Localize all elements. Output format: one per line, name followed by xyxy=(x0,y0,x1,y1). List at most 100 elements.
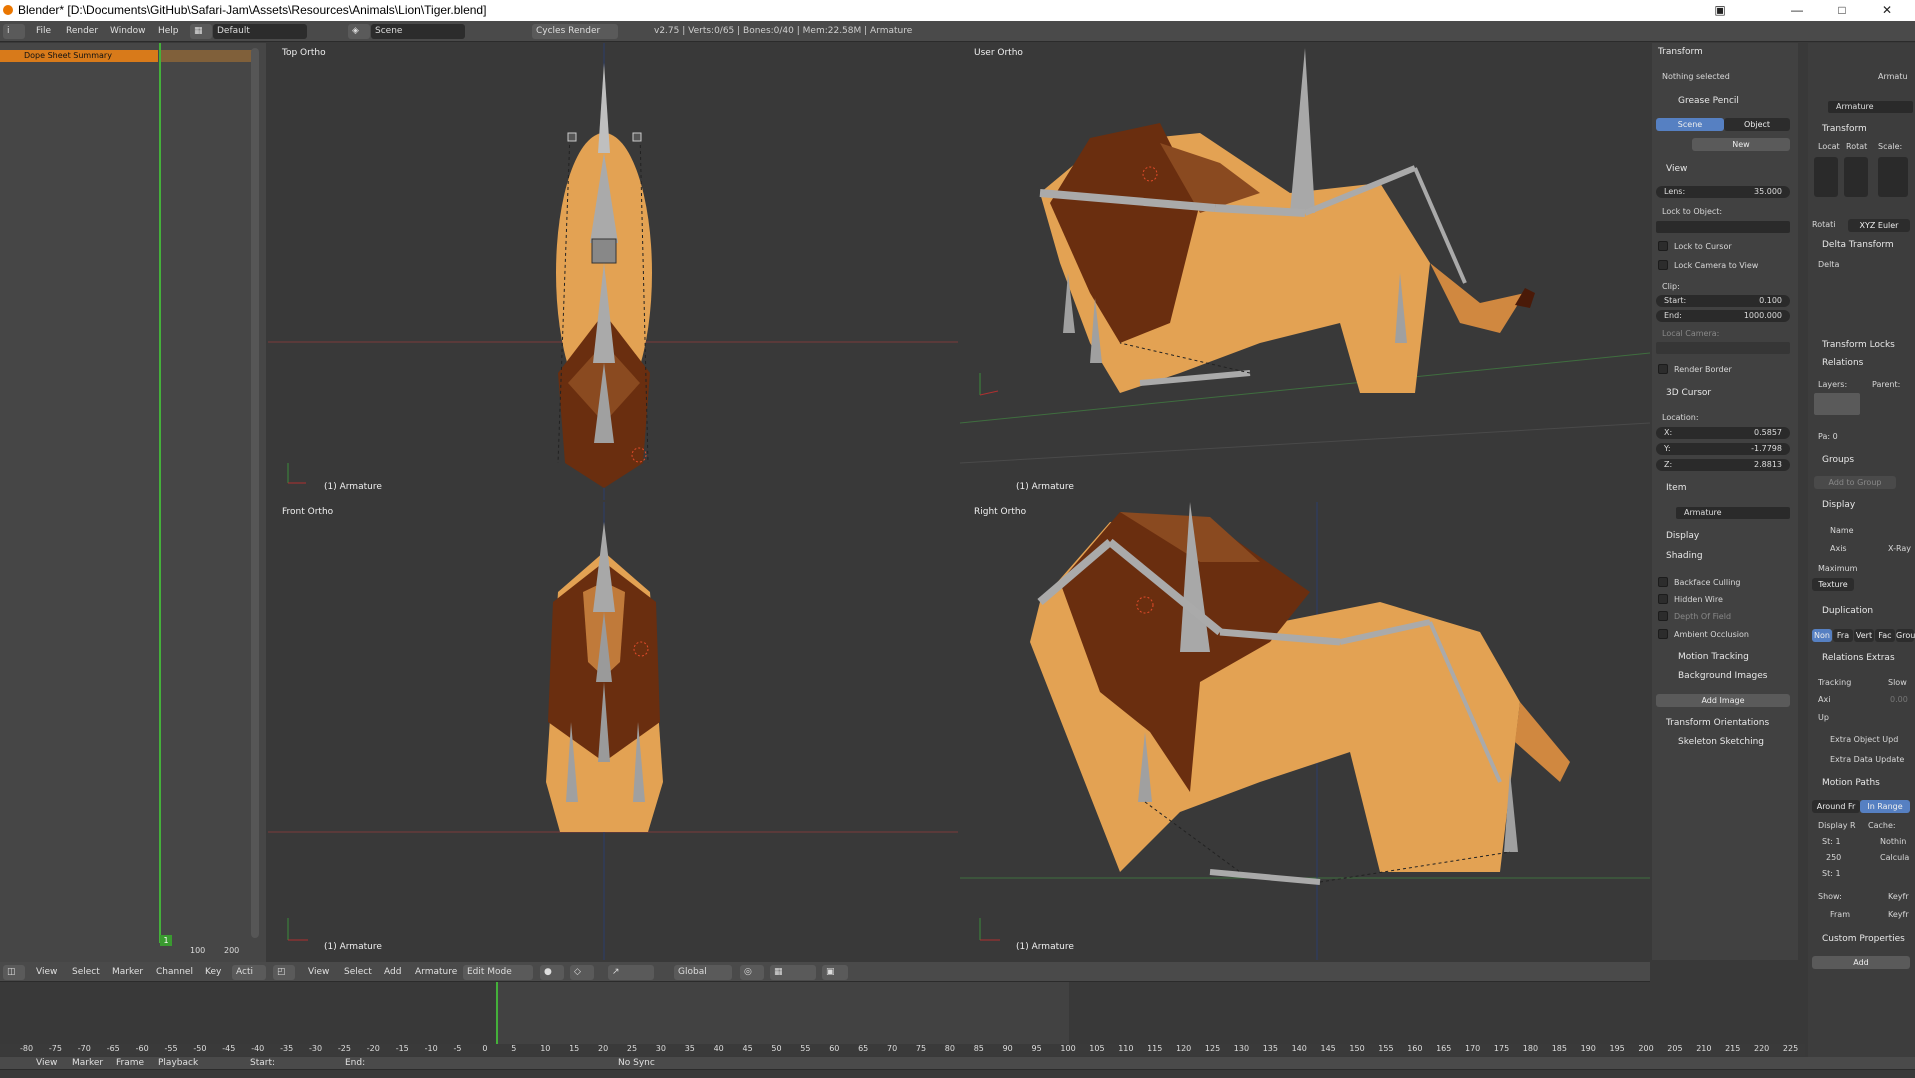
delta-transform-header[interactable]: Delta Transform xyxy=(1822,240,1894,250)
dope-scrollbar[interactable] xyxy=(251,48,259,938)
dof-checkbox[interactable] xyxy=(1658,611,1668,621)
view3d-menu-add[interactable]: Add xyxy=(384,962,401,983)
object-name-field[interactable]: Armature xyxy=(1828,101,1913,113)
lens-field[interactable]: Lens: 35.000 xyxy=(1656,186,1790,198)
rot-mode-selector[interactable]: XYZ Euler xyxy=(1848,219,1910,232)
shading-selector[interactable]: ● xyxy=(540,965,564,980)
layers-grid[interactable] xyxy=(1814,393,1860,415)
orientation-selector[interactable]: Global xyxy=(674,965,732,980)
timeline-menu-view[interactable]: View xyxy=(36,1057,57,1078)
scene-icon[interactable]: ◈ xyxy=(348,24,370,39)
range-start[interactable]: St: 1 xyxy=(1822,837,1841,846)
range-250[interactable]: 250 xyxy=(1826,853,1841,862)
item-header[interactable]: Item xyxy=(1666,483,1687,493)
background-images-header[interactable]: Background Images xyxy=(1678,671,1767,681)
grease-pencil-header[interactable]: Grease Pencil xyxy=(1678,96,1739,106)
lock-object-field[interactable] xyxy=(1656,221,1790,233)
motion-paths-header[interactable]: Motion Paths xyxy=(1822,778,1880,788)
editor-type-button[interactable]: i xyxy=(3,24,25,39)
around-frame-button[interactable]: Around Fr xyxy=(1812,800,1860,813)
max-draw-type[interactable]: Texture xyxy=(1812,578,1854,591)
transform-orientations-header[interactable]: Transform Orientations xyxy=(1666,718,1769,728)
clip-start-field[interactable]: Start: 0.100 xyxy=(1656,295,1790,307)
skeleton-sketching-header[interactable]: Skeleton Sketching xyxy=(1678,737,1764,747)
sync-selector[interactable]: No Sync xyxy=(618,1057,655,1078)
manipulator-toggle[interactable]: ↗ xyxy=(608,965,654,980)
transform-header[interactable]: Transform xyxy=(1658,47,1703,57)
view3d-menu-view[interactable]: View xyxy=(308,962,329,983)
dup-frames[interactable]: Fra xyxy=(1833,629,1853,642)
dope-menu-select[interactable]: Select xyxy=(72,962,100,983)
relations-extras-header[interactable]: Relations Extras xyxy=(1822,653,1895,663)
relations-header[interactable]: Relations xyxy=(1822,358,1863,368)
scale-fields[interactable] xyxy=(1878,157,1908,197)
timeline-menu-frame[interactable]: Frame xyxy=(116,1057,144,1078)
lock-to-cursor-checkbox[interactable] xyxy=(1658,241,1668,251)
groups-header[interactable]: Groups xyxy=(1822,455,1854,465)
dope-menu-marker[interactable]: Marker xyxy=(112,962,143,983)
view3d-menu-select[interactable]: Select xyxy=(344,962,372,983)
view-header[interactable]: View xyxy=(1666,164,1687,174)
custom-add-button[interactable]: Add xyxy=(1812,956,1910,969)
timeline-start[interactable]: Start: xyxy=(250,1057,275,1078)
item-name-field[interactable]: Armature xyxy=(1676,507,1790,519)
dope-menu-channel[interactable]: Channel xyxy=(156,962,193,983)
layout-selector[interactable]: Default xyxy=(213,24,307,39)
viewport-right-ortho[interactable]: Right Ortho (1) Armature xyxy=(960,502,1650,960)
in-range-button[interactable]: In Range xyxy=(1860,800,1910,813)
hidden-wire-checkbox[interactable] xyxy=(1658,594,1668,604)
dope-editor-type-button[interactable]: ◫ xyxy=(3,965,25,980)
view3d-menu-armature[interactable]: Armature xyxy=(415,962,457,983)
obj-display-header[interactable]: Display xyxy=(1822,500,1855,510)
shading-header[interactable]: Shading xyxy=(1666,551,1703,561)
menu-render[interactable]: Render xyxy=(66,21,98,42)
render-engine-selector[interactable]: Cycles Render xyxy=(532,24,618,39)
motion-tracking-header[interactable]: Motion Tracking xyxy=(1678,652,1749,662)
clip-end-field[interactable]: End: 1000.000 xyxy=(1656,310,1790,322)
timeline-editor[interactable]: -80 -75 -70 -65 -60 -55 -50 -45 -40 -35 -30 -25 -20-… xyxy=(0,982,1805,1056)
pivot-selector[interactable]: ◇ xyxy=(570,965,594,980)
pin-icon[interactable]: ▣ xyxy=(1700,0,1740,21)
maximize-button[interactable]: □ xyxy=(1822,0,1862,21)
display-header[interactable]: Display xyxy=(1666,531,1699,541)
minimize-button[interactable]: — xyxy=(1777,0,1817,21)
layout-icon[interactable]: ▦ xyxy=(190,24,212,39)
timeline-current-frame[interactable] xyxy=(496,982,498,1044)
cursor-x-field[interactable]: X: 0.5857 xyxy=(1656,427,1790,439)
calculate-button[interactable]: Calcula xyxy=(1880,853,1909,862)
menu-help[interactable]: Help xyxy=(158,21,179,42)
mode-selector[interactable]: Edit Mode xyxy=(463,965,533,980)
current-frame-line[interactable] xyxy=(159,43,161,943)
viewport-top-ortho[interactable]: Top Ortho (1) Armature xyxy=(268,43,958,500)
range-step[interactable]: St: 1 xyxy=(1822,869,1841,878)
timeline-end[interactable]: End: xyxy=(345,1057,365,1078)
cursor-header[interactable]: 3D Cursor xyxy=(1666,388,1711,398)
backface-checkbox[interactable] xyxy=(1658,577,1668,587)
dup-verts[interactable]: Vert xyxy=(1854,629,1874,642)
snap-toggle[interactable]: ◎ xyxy=(740,965,764,980)
render-preview-button[interactable]: ▣ xyxy=(822,965,848,980)
dope-menu-view[interactable]: View xyxy=(36,962,57,983)
gp-new-button[interactable]: New xyxy=(1692,138,1790,151)
gp-scene-button[interactable]: Scene xyxy=(1656,118,1724,131)
pass-index[interactable]: Pa: 0 xyxy=(1818,432,1838,441)
obj-transform-header[interactable]: Transform xyxy=(1822,124,1867,134)
dup-faces[interactable]: Fac xyxy=(1875,629,1895,642)
close-button[interactable]: ✕ xyxy=(1867,0,1907,21)
rot-fields[interactable] xyxy=(1844,157,1868,197)
ao-checkbox[interactable] xyxy=(1658,629,1668,639)
custom-props-header[interactable]: Custom Properties xyxy=(1822,934,1905,944)
loc-fields[interactable] xyxy=(1814,157,1838,197)
view3d-editor-type[interactable]: ◰ xyxy=(273,965,295,980)
duplication-header[interactable]: Duplication xyxy=(1822,606,1873,616)
render-border-checkbox[interactable] xyxy=(1658,364,1668,374)
gp-object-button[interactable]: Object xyxy=(1724,118,1790,131)
dope-sheet-summary-row[interactable]: Dope Sheet Summary xyxy=(0,50,158,62)
viewport-user-ortho[interactable]: User Ortho (1) Armature xyxy=(960,43,1650,500)
add-image-button[interactable]: Add Image xyxy=(1656,694,1790,707)
scene-selector[interactable]: Scene xyxy=(371,24,465,39)
menu-window[interactable]: Window xyxy=(110,21,146,42)
add-to-group-button[interactable]: Add to Group xyxy=(1814,476,1896,489)
local-camera-field[interactable] xyxy=(1656,342,1790,354)
lock-camera-checkbox[interactable] xyxy=(1658,260,1668,270)
